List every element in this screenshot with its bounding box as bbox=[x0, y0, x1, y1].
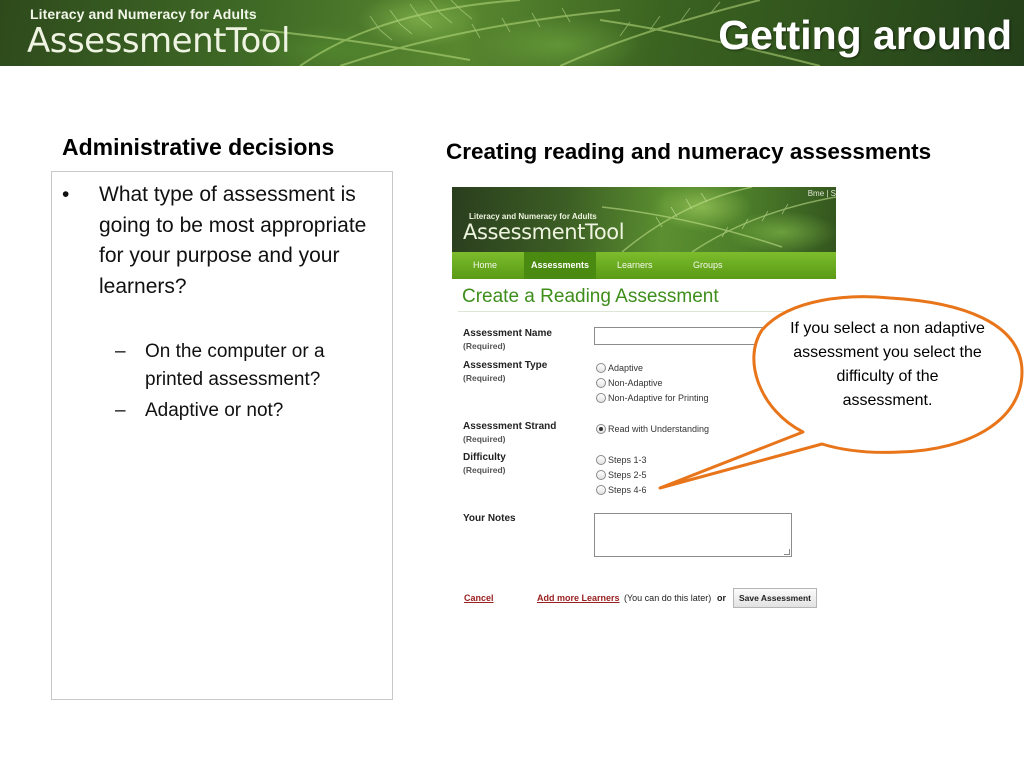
radio-label: Adaptive bbox=[608, 363, 644, 373]
notes-label: Your Notes bbox=[463, 513, 516, 524]
nav-assessments[interactable]: Assessments bbox=[524, 252, 597, 279]
sub-bullet-item: – On the computer or a printed assessmen… bbox=[115, 338, 385, 393]
bullet-marker: • bbox=[62, 183, 70, 206]
radio-button-selected[interactable] bbox=[596, 424, 606, 434]
app-logo-title: AssessmentTool bbox=[27, 21, 291, 61]
nav-groups[interactable]: Groups bbox=[686, 252, 730, 279]
sub-bullet-text: On the computer or a printed assessment? bbox=[145, 341, 325, 390]
radio-steps-1-3[interactable]: Steps 1-3 bbox=[596, 454, 647, 466]
radio-button[interactable] bbox=[596, 393, 606, 403]
radio-steps-2-5[interactable]: Steps 2-5 bbox=[596, 469, 647, 481]
radio-label: Steps 4-6 bbox=[608, 485, 647, 495]
add-learners-link[interactable]: Add more Learners bbox=[537, 593, 620, 603]
required-note: (Required) bbox=[463, 341, 506, 351]
or-text: or bbox=[717, 593, 726, 603]
right-column-heading: Creating reading and numeracy assessment… bbox=[446, 139, 932, 164]
radio-read-with-understanding[interactable]: Read with Understanding bbox=[596, 423, 709, 435]
app-banner: Literacy and Numeracy for Adults Assessm… bbox=[452, 187, 836, 252]
divider bbox=[458, 311, 836, 312]
radio-non-adaptive[interactable]: Non-Adaptive bbox=[596, 377, 663, 389]
radio-button[interactable] bbox=[596, 378, 606, 388]
notes-textarea[interactable] bbox=[594, 513, 792, 557]
sub-bullet-item: – Adaptive or not? bbox=[115, 397, 385, 425]
radio-label: Steps 1-3 bbox=[608, 455, 647, 465]
radio-label: Non-Adaptive for Printing bbox=[608, 393, 709, 403]
app-logo-title: AssessmentTool bbox=[463, 220, 625, 244]
bullet-text: What type of assessment is going to be m… bbox=[99, 183, 367, 298]
radio-steps-4-6[interactable]: Steps 4-6 bbox=[596, 484, 647, 496]
nav-home[interactable]: Home bbox=[466, 252, 504, 279]
later-note: (You can do this later) bbox=[624, 593, 712, 603]
required-note: (Required) bbox=[463, 465, 506, 475]
sub-bullet-marker: – bbox=[115, 341, 126, 362]
save-assessment-button[interactable]: Save Assessment bbox=[733, 588, 817, 608]
bullet-item: • What type of assessment is going to be… bbox=[62, 180, 379, 302]
radio-button[interactable] bbox=[596, 455, 606, 465]
assessment-strand-label: Assessment Strand bbox=[463, 421, 557, 432]
assessment-name-input[interactable] bbox=[594, 327, 794, 345]
radio-label: Non-Adaptive bbox=[608, 378, 663, 388]
callout-text: If you select a non adaptive assessment … bbox=[790, 320, 985, 409]
radio-button[interactable] bbox=[596, 485, 606, 495]
sub-bullet-text: Adaptive or not? bbox=[145, 400, 284, 421]
required-note: (Required) bbox=[463, 373, 506, 383]
nav-learners[interactable]: Learners bbox=[610, 252, 660, 279]
sub-bullet-marker: – bbox=[115, 400, 126, 421]
assessment-type-label: Assessment Type bbox=[463, 360, 548, 371]
radio-button[interactable] bbox=[596, 363, 606, 373]
assessment-name-label: Assessment Name bbox=[463, 328, 552, 339]
radio-label: Read with Understanding bbox=[608, 424, 710, 434]
resize-grip-icon[interactable] bbox=[784, 549, 790, 555]
header-banner: Literacy and Numeracy for Adults Assessm… bbox=[0, 0, 1024, 66]
radio-non-adaptive-printing[interactable]: Non-Adaptive for Printing bbox=[596, 392, 709, 404]
left-column-heading: Administrative decisions bbox=[62, 134, 335, 160]
left-content-box: • What type of assessment is going to be… bbox=[51, 171, 393, 700]
main-nav: Home Assessments Learners Groups bbox=[452, 252, 836, 279]
required-note: (Required) bbox=[463, 434, 506, 444]
radio-button[interactable] bbox=[596, 470, 606, 480]
slide-title: Getting around bbox=[718, 12, 1012, 58]
form-title: Create a Reading Assessment bbox=[462, 286, 719, 307]
difficulty-label: Difficulty bbox=[463, 452, 506, 463]
corner-link[interactable]: Bme | S bbox=[808, 189, 836, 198]
radio-adaptive[interactable]: Adaptive bbox=[596, 362, 643, 374]
radio-label: Steps 2-5 bbox=[608, 470, 647, 480]
cancel-link[interactable]: Cancel bbox=[464, 593, 494, 603]
embedded-app-screenshot: Literacy and Numeracy for Adults Assessm… bbox=[452, 187, 836, 615]
